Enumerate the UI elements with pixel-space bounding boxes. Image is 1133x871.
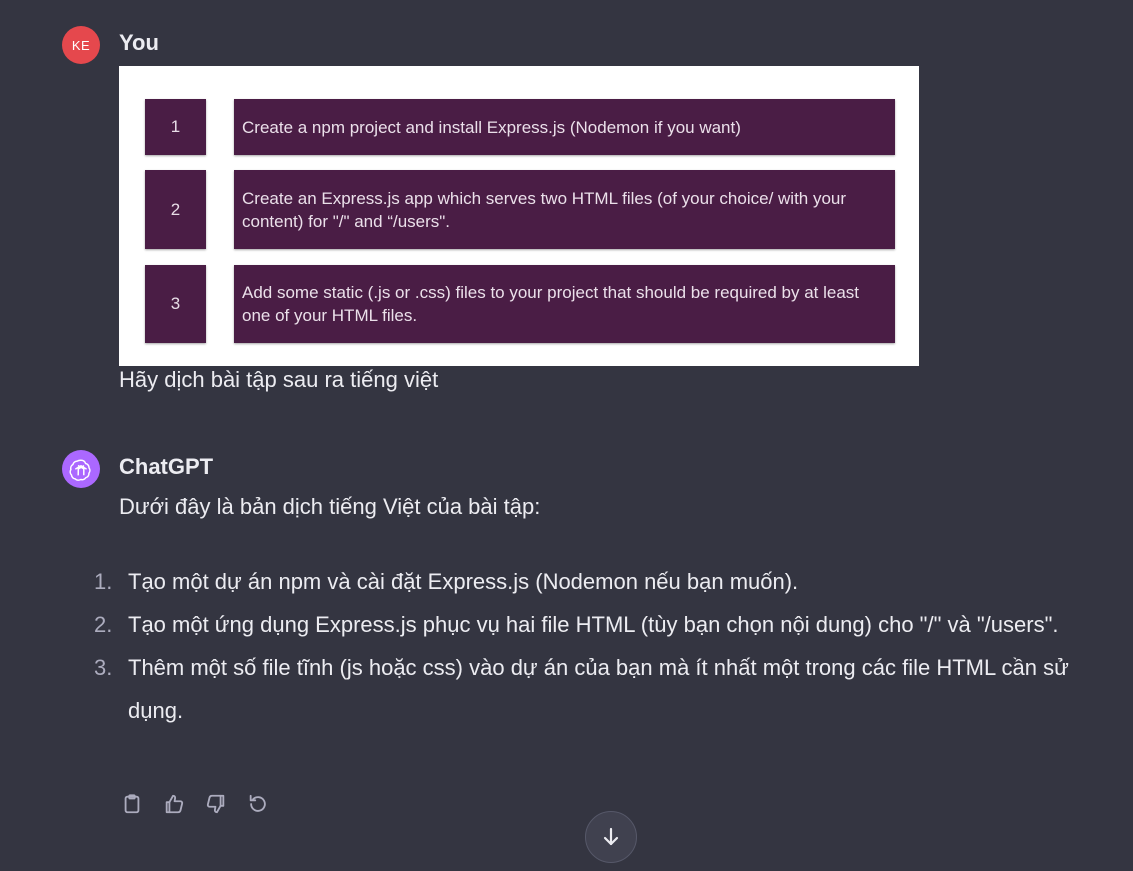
list-item-text: Tạo một ứng dụng Express.js phục vụ hai … <box>128 612 1059 637</box>
assistant-author-name: ChatGPT <box>119 454 214 479</box>
chat-page: KE You 1 Create a npm project and instal… <box>0 0 1133 871</box>
arrow-down-icon <box>603 827 619 846</box>
image-task-text: Add some static (.js or .css) files to y… <box>234 265 895 343</box>
user-avatar: KE <box>62 26 100 64</box>
regenerate-icon[interactable] <box>246 792 270 816</box>
list-item: 3. Thêm một số file tĩnh (js hoặc css) v… <box>94 646 1084 732</box>
list-item-number: 1. <box>94 569 113 594</box>
image-task-text: Create an Express.js app which serves tw… <box>234 170 895 249</box>
image-task-number: 3 <box>145 265 206 343</box>
clipboard-icon[interactable] <box>120 792 144 816</box>
user-prompt-text: Hãy dịch bài tập sau ra tiếng việt <box>119 367 439 392</box>
assistant-intro-text: Dưới đây là bản dịch tiếng Việt của bài … <box>119 494 541 519</box>
answer-list: 1. Tạo một dự án npm và cài đặt Express.… <box>94 560 1084 732</box>
image-task-text: Create a npm project and install Express… <box>234 99 895 155</box>
thumbs-down-icon[interactable] <box>204 792 228 816</box>
chatgpt-logo-icon <box>62 450 100 488</box>
list-item-text: Tạo một dự án npm và cài đặt Express.js … <box>128 569 799 594</box>
list-item: 1. Tạo một dự án npm và cài đặt Express.… <box>94 560 1084 603</box>
scroll-to-bottom-button[interactable] <box>585 811 637 863</box>
image-task-number: 2 <box>145 170 206 249</box>
image-task-number: 1 <box>145 99 206 155</box>
list-item-number: 2. <box>94 612 113 637</box>
thumbs-up-icon[interactable] <box>162 792 186 816</box>
list-item-number: 3. <box>94 655 113 680</box>
list-item-text: Thêm một số file tĩnh (js hoặc css) vào … <box>128 655 1069 723</box>
attached-image[interactable]: 1 Create a npm project and install Expre… <box>119 66 919 366</box>
user-author-name: You <box>119 30 159 55</box>
list-item: 2. Tạo một ứng dụng Express.js phục vụ h… <box>94 603 1084 646</box>
message-actions <box>120 792 270 816</box>
